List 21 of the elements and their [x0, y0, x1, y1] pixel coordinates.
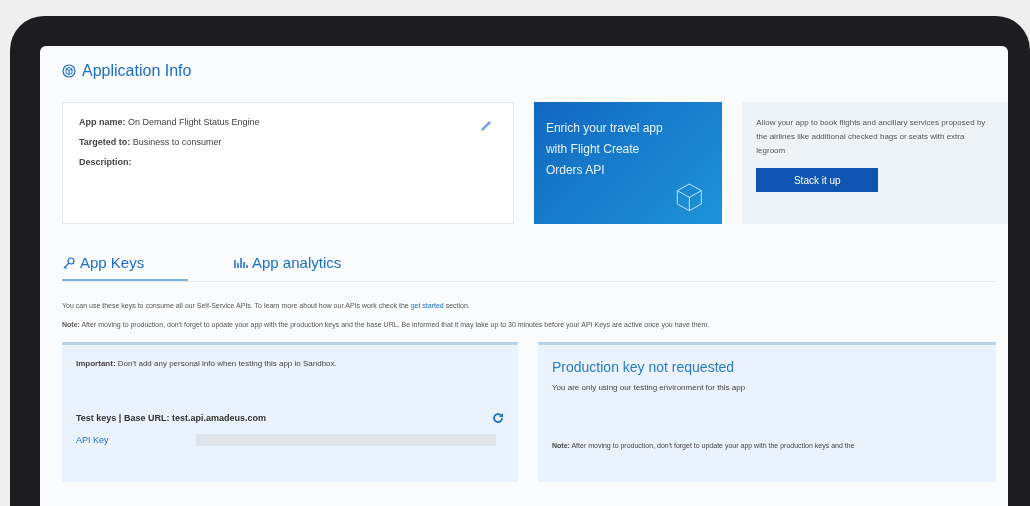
- info-field: App name: On Demand Flight Status Engine: [79, 117, 260, 127]
- tab-label[interactable]: App Keys: [80, 254, 145, 271]
- promo-description: Allow your app to book flights and ancillary services proposed by the airlines like additional checked bags or seats with extra legroom: [756, 117, 987, 157]
- refresh-icon[interactable]: [492, 412, 504, 424]
- info-field: Targeted to: Business to consumer: [79, 137, 222, 147]
- tab[interactable]: App Keys: [62, 254, 188, 281]
- production-title: Production key not requested: [552, 359, 736, 375]
- page-title: Application Info: [62, 62, 1008, 80]
- promo-title: Enrich your travel app with Flight Create Orders API: [545, 120, 664, 179]
- api-key-label: API Key: [76, 435, 110, 445]
- stack-it-up-button[interactable]: Stack it up: [756, 168, 879, 192]
- chart-icon: [234, 256, 248, 269]
- important-text: Important: Don't add any personal info when testing this app in Sandbox.: [76, 359, 338, 368]
- test-keys-heading: Test keys | Base URL: test.api.amadeus.com: [76, 413, 266, 423]
- pencil-icon[interactable]: [478, 119, 493, 133]
- key-icon: [62, 255, 76, 270]
- production-subtitle: You are only using our testing environment for this app: [552, 383, 747, 392]
- tab-label[interactable]: App analytics: [252, 254, 342, 271]
- cube-icon: [62, 64, 76, 78]
- tab[interactable]: App analytics: [234, 254, 360, 281]
- info-field: Description:: [79, 157, 132, 167]
